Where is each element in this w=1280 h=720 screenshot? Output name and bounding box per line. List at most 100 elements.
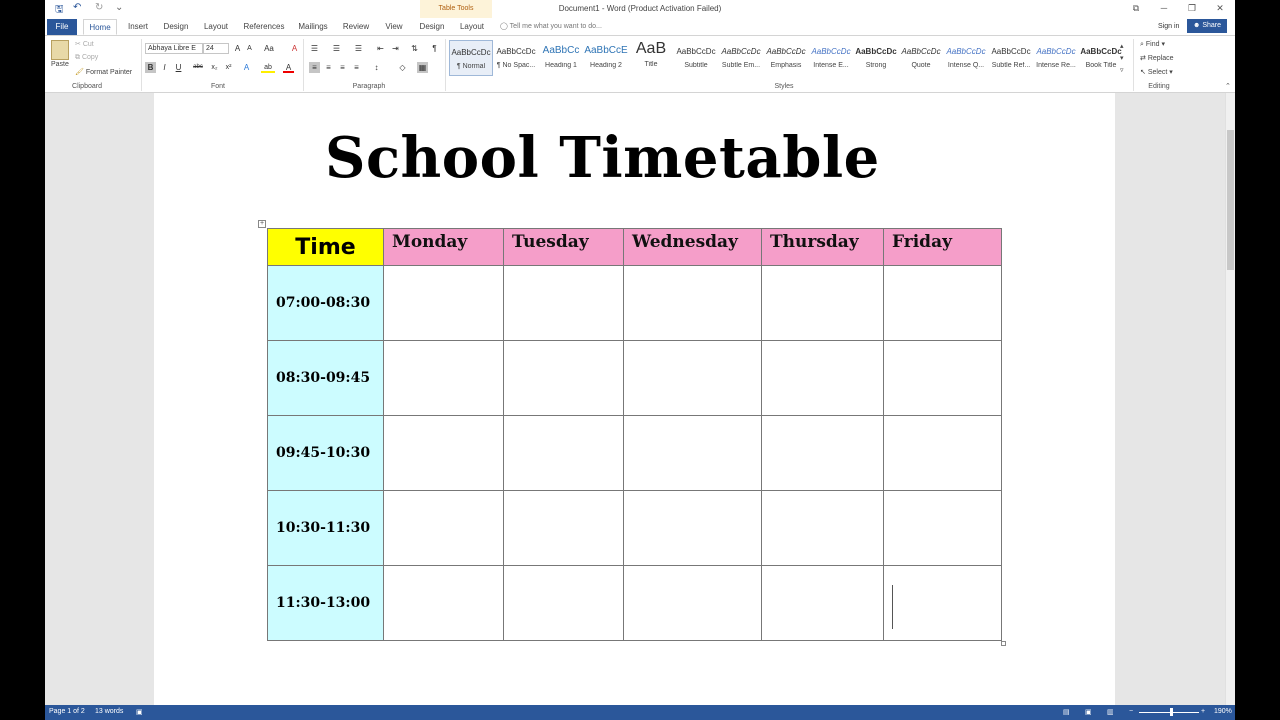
line-spacing-icon[interactable]: ↕ [371, 62, 382, 73]
numbering-icon[interactable]: ☰ [331, 43, 342, 54]
style-tile[interactable]: AaBbCcDc Strong [854, 40, 898, 76]
paste-icon[interactable] [51, 40, 69, 60]
time-header-cell[interactable]: Time [267, 228, 384, 266]
close-icon[interactable]: ✕ [1213, 1, 1227, 15]
schedule-cell[interactable] [623, 565, 762, 641]
highlight-icon[interactable]: ab [261, 62, 275, 73]
print-layout-icon[interactable]: ▣ [1085, 708, 1092, 716]
font-color-icon[interactable]: A [283, 62, 294, 73]
style-tile[interactable]: AaBbCcDc Book Title [1079, 40, 1123, 76]
tab-mailings[interactable]: Mailings [293, 19, 333, 35]
gallery-scroll-down-icon[interactable]: ▾ [1120, 54, 1124, 62]
show-formatting-marks-icon[interactable]: ¶ [429, 43, 440, 54]
day-header-cell[interactable]: Thursday [761, 228, 884, 266]
style-tile[interactable]: AaBbCcDc Intense Re... [1034, 40, 1078, 76]
grow-font-icon[interactable]: A [232, 43, 243, 54]
zoom-out-icon[interactable]: − [1129, 708, 1133, 715]
schedule-cell[interactable] [383, 265, 504, 341]
decrease-indent-icon[interactable]: ⇤ [375, 43, 386, 54]
text-effects-icon[interactable]: A [241, 62, 252, 73]
underline-button[interactable]: U [173, 62, 184, 73]
tab-table-design[interactable]: Design [415, 19, 449, 35]
restore-icon[interactable]: ❐ [1185, 1, 1199, 15]
tell-me-search[interactable]: ◯ Tell me what you want to do... [500, 22, 602, 30]
font-size-select[interactable]: 24 [203, 43, 229, 54]
superscript-button[interactable]: x² [222, 62, 235, 73]
time-slot-cell[interactable]: 11:30-13:00 [267, 565, 384, 641]
increase-indent-icon[interactable]: ⇥ [390, 43, 401, 54]
day-header-cell[interactable]: Monday [383, 228, 504, 266]
style-tile[interactable]: AaBbCcDc Subtle Ref... [989, 40, 1033, 76]
style-tile[interactable]: AaBbCcDc Emphasis [764, 40, 808, 76]
time-slot-cell[interactable]: 07:00-08:30 [267, 265, 384, 341]
sort-icon[interactable]: ⇅ [409, 43, 420, 54]
replace-button[interactable]: ⇄ Replace [1140, 54, 1174, 62]
schedule-cell[interactable] [623, 490, 762, 566]
schedule-cell[interactable] [623, 340, 762, 416]
schedule-cell[interactable] [883, 265, 1002, 341]
table-resize-handle[interactable] [1001, 641, 1006, 646]
align-center-button[interactable]: ≡ [323, 62, 334, 73]
tab-insert[interactable]: Insert [123, 19, 153, 35]
change-case-icon[interactable]: Aa [261, 43, 277, 54]
paste-button-label[interactable]: Paste [51, 61, 69, 68]
zoom-in-icon[interactable]: + [1201, 708, 1205, 715]
sign-in-link[interactable]: Sign in [1158, 23, 1179, 30]
subscript-button[interactable]: x₂ [208, 62, 221, 73]
tab-file[interactable]: File [47, 19, 77, 35]
justify-button[interactable]: ≡ [351, 62, 362, 73]
time-slot-cell[interactable]: 10:30-11:30 [267, 490, 384, 566]
style-tile[interactable]: AaBbCcDc ¶ No Spac... [494, 40, 538, 76]
tab-layout[interactable]: Layout [199, 19, 233, 35]
bold-button[interactable]: B [145, 62, 156, 73]
schedule-cell[interactable] [623, 415, 762, 491]
schedule-cell[interactable] [761, 340, 884, 416]
schedule-cell[interactable] [383, 415, 504, 491]
document-heading[interactable]: School Timetable [325, 125, 880, 191]
ribbon-display-options-icon[interactable]: ⧉ [1129, 1, 1143, 15]
tab-table-layout[interactable]: Layout [455, 19, 489, 35]
document-page[interactable]: School Timetable + Time Monday Tuesday W… [154, 93, 1115, 705]
tab-design[interactable]: Design [159, 19, 193, 35]
time-slot-cell[interactable]: 08:30-09:45 [267, 340, 384, 416]
clear-formatting-icon[interactable]: A [289, 43, 300, 54]
style-tile[interactable]: AaBbCcDc Subtitle [674, 40, 718, 76]
style-tile[interactable]: AaBbCcDc Intense E... [809, 40, 853, 76]
style-tile[interactable]: AaBbCcDc Quote [899, 40, 943, 76]
tab-review[interactable]: Review [339, 19, 373, 35]
schedule-cell[interactable] [383, 340, 504, 416]
align-right-button[interactable]: ≡ [337, 62, 348, 73]
multilevel-list-icon[interactable]: ☰ [353, 43, 364, 54]
tab-view[interactable]: View [379, 19, 409, 35]
tab-home[interactable]: Home [83, 19, 117, 35]
style-tile[interactable]: AaBbCcDc Subtle Em... [719, 40, 763, 76]
zoom-slider[interactable] [1139, 712, 1199, 713]
day-header-cell[interactable]: Wednesday [623, 228, 762, 266]
find-button[interactable]: ⌕ Find ▾ [1140, 40, 1165, 49]
copy-button[interactable]: ⧉ Copy [75, 54, 98, 62]
time-slot-cell[interactable]: 09:45-10:30 [267, 415, 384, 491]
schedule-cell[interactable] [883, 415, 1002, 491]
read-mode-icon[interactable]: ▤ [1063, 708, 1070, 716]
share-button[interactable]: ☻ Share [1187, 19, 1227, 33]
select-button[interactable]: ↖ Select ▾ [1140, 68, 1173, 76]
collapse-ribbon-icon[interactable]: ⌃ [1225, 82, 1231, 90]
schedule-cell[interactable] [883, 340, 1002, 416]
schedule-cell[interactable] [503, 565, 624, 641]
schedule-cell[interactable] [503, 490, 624, 566]
schedule-cell[interactable] [883, 490, 1002, 566]
borders-icon[interactable]: ▦ [417, 62, 428, 73]
day-header-cell[interactable]: Tuesday [503, 228, 624, 266]
style-tile[interactable]: AaBbCcDc ¶ Normal [449, 40, 493, 76]
font-name-select[interactable]: Abhaya Libre E [145, 43, 203, 54]
vertical-scrollbar[interactable] [1225, 93, 1235, 705]
tab-references[interactable]: References [241, 19, 287, 35]
schedule-cell[interactable] [503, 265, 624, 341]
scrollbar-thumb[interactable] [1227, 130, 1234, 270]
shading-icon[interactable]: ◇ [397, 62, 408, 73]
zoom-level[interactable]: 190% [1214, 708, 1232, 715]
gallery-more-icon[interactable]: ▿ [1120, 66, 1124, 74]
table-move-handle-icon[interactable]: + [258, 220, 266, 228]
italic-button[interactable]: I [159, 62, 170, 73]
schedule-cell[interactable] [383, 565, 504, 641]
